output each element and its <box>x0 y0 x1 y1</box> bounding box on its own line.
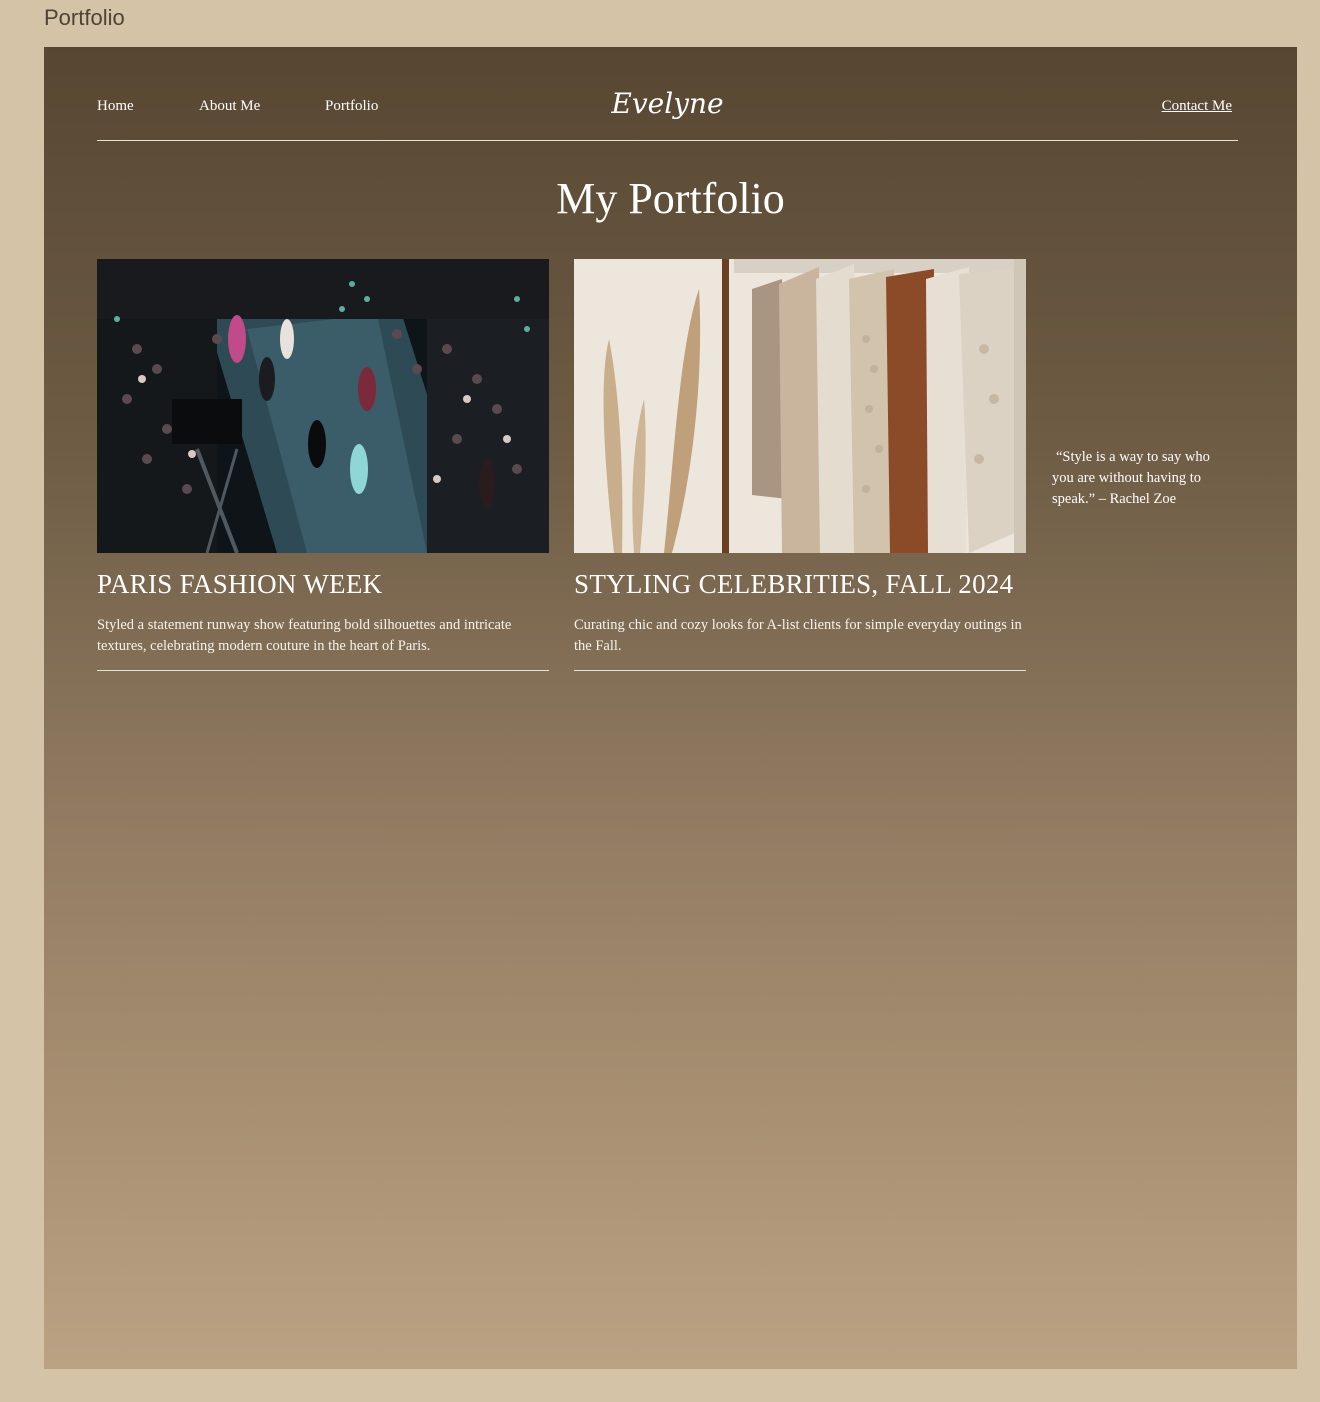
project-description: Styled a statement runway show featuring… <box>97 617 512 654</box>
site-logo[interactable]: Evelyne <box>97 87 1238 120</box>
project-card-paris[interactable]: PARIS FASHION WEEK Styled a statement ru… <box>97 259 549 671</box>
runway-photo <box>97 259 549 553</box>
nav-divider <box>97 140 1238 141</box>
nav-contact-link[interactable]: Contact Me <box>1162 95 1232 117</box>
style-quote: “Style is a way to say who you are witho… <box>1052 448 1210 507</box>
card-divider <box>97 670 549 671</box>
project-card-celebrities[interactable]: STYLING CELEBRITIES, FALL 2024 Curating … <box>574 259 1026 671</box>
card-divider <box>574 670 1026 671</box>
clothing-rack-photo <box>574 259 1026 553</box>
portfolio-page: Home About Me Portfolio Evelyne Contact … <box>44 47 1297 1369</box>
project-title: PARIS FASHION WEEK <box>97 569 383 599</box>
project-description: Curating chic and cozy looks for A-list … <box>574 617 1022 654</box>
page-title: My Portfolio <box>556 174 785 223</box>
frame-label: Portfolio <box>44 5 125 30</box>
project-title: STYLING CELEBRITIES, FALL 2024 <box>574 569 1014 599</box>
top-nav: Home About Me Portfolio Evelyne Contact … <box>97 87 1238 140</box>
